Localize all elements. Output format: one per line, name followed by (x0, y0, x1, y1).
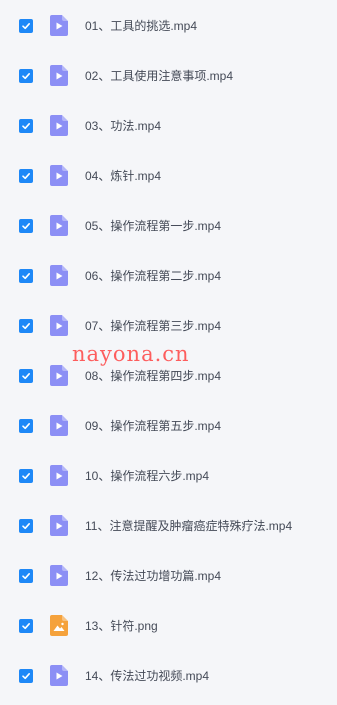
file-row[interactable]: 14、传法过功视频.mp4 (0, 651, 337, 701)
file-name: 11、注意提醒及肿瘤癌症特殊疗法.mp4 (85, 519, 293, 533)
file-row[interactable]: 03、功法.mp4 (0, 101, 337, 151)
video-file-icon (50, 15, 68, 36)
file-checkbox[interactable] (19, 469, 33, 483)
checkmark-icon (22, 423, 30, 430)
file-row[interactable]: 10、操作流程六步.mp4 (0, 451, 337, 501)
file-checkbox[interactable] (19, 269, 33, 283)
file-name: 12、传法过功增功篇.mp4 (85, 569, 222, 583)
video-file-icon (50, 565, 68, 586)
file-checkbox[interactable] (19, 519, 33, 533)
image-file-icon (50, 615, 68, 636)
file-name: 08、操作流程第四步.mp4 (85, 369, 222, 383)
checkmark-icon (22, 173, 30, 180)
file-list: 01、工具的挑选.mp4 02、工具使用注意事项.mp4 03、功法.mp4 04、炼… (0, 0, 337, 705)
file-row[interactable]: 04、炼针.mp4 (0, 151, 337, 201)
file-checkbox[interactable] (19, 619, 33, 633)
file-name: 02、工具使用注意事项.mp4 (85, 69, 234, 83)
file-name: 10、操作流程六步.mp4 (85, 469, 210, 483)
file-name: 01、工具的挑选.mp4 (85, 19, 198, 33)
file-name: 13、针符.png (85, 619, 158, 633)
file-checkbox[interactable] (19, 369, 33, 383)
video-file-icon (50, 115, 68, 136)
checkmark-icon (22, 523, 30, 530)
watermark: nayona.cn (72, 342, 190, 366)
file-row[interactable]: 01、工具的挑选.mp4 (0, 1, 337, 51)
checkmark-icon (22, 573, 30, 580)
video-file-icon (50, 465, 68, 486)
video-file-icon (50, 365, 68, 386)
checkmark-icon (22, 473, 30, 480)
video-file-icon (50, 415, 68, 436)
checkmark-icon (22, 273, 30, 280)
file-name: 06、操作流程第二步.mp4 (85, 269, 222, 283)
checkmark-icon (22, 23, 30, 30)
file-checkbox[interactable] (19, 319, 33, 333)
video-file-icon (50, 165, 68, 186)
file-row[interactable]: 02、工具使用注意事项.mp4 (0, 51, 337, 101)
file-checkbox[interactable] (19, 219, 33, 233)
file-name: 03、功法.mp4 (85, 119, 162, 133)
file-name: 04、炼针.mp4 (85, 169, 162, 183)
file-checkbox[interactable] (19, 669, 33, 683)
video-file-icon (50, 315, 68, 336)
file-checkbox[interactable] (19, 19, 33, 33)
video-file-icon (50, 65, 68, 86)
video-file-icon (50, 665, 68, 686)
file-name: 07、操作流程第三步.mp4 (85, 319, 222, 333)
checkmark-icon (22, 623, 30, 630)
file-checkbox[interactable] (19, 169, 33, 183)
file-name: 14、传法过功视频.mp4 (85, 669, 210, 683)
video-file-icon (50, 215, 68, 236)
file-checkbox[interactable] (19, 119, 33, 133)
checkmark-icon (22, 373, 30, 380)
file-row[interactable]: 12、传法过功增功篇.mp4 (0, 551, 337, 601)
video-file-icon (50, 515, 68, 536)
file-name: 05、操作流程第一步.mp4 (85, 219, 222, 233)
file-name: 09、操作流程第五步.mp4 (85, 419, 222, 433)
file-row[interactable]: 09、操作流程第五步.mp4 (0, 401, 337, 451)
file-row[interactable]: 13、针符.png (0, 601, 337, 651)
video-file-icon (50, 265, 68, 286)
checkmark-icon (22, 73, 30, 80)
file-checkbox[interactable] (19, 569, 33, 583)
file-row[interactable]: 06、操作流程第二步.mp4 (0, 251, 337, 301)
file-checkbox[interactable] (19, 419, 33, 433)
checkmark-icon (22, 223, 30, 230)
file-checkbox[interactable] (19, 69, 33, 83)
file-row[interactable]: 05、操作流程第一步.mp4 (0, 201, 337, 251)
file-row[interactable]: 11、注意提醒及肿瘤癌症特殊疗法.mp4 (0, 501, 337, 551)
checkmark-icon (22, 323, 30, 330)
checkmark-icon (22, 123, 30, 130)
checkmark-icon (22, 673, 30, 680)
